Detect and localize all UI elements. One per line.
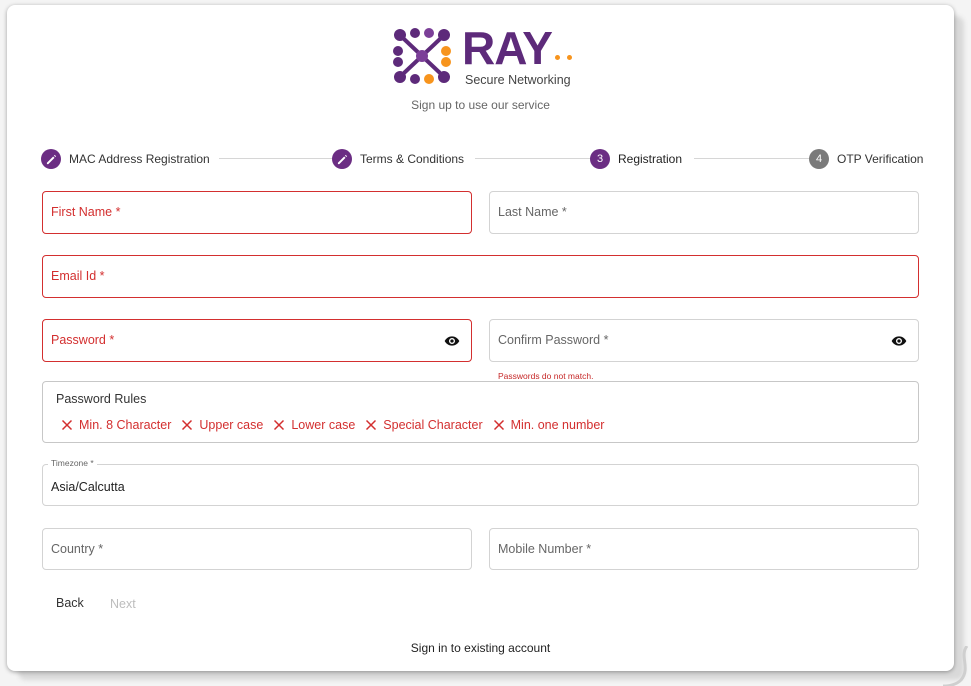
step-label: Registration [618, 152, 683, 166]
close-icon [366, 419, 377, 431]
brand-name: RAY [462, 22, 553, 74]
step-number: 3 [590, 149, 610, 169]
password-mismatch-error: Passwords do not match. [498, 371, 594, 381]
step-terms: Terms & Conditions [332, 148, 464, 170]
country-field[interactable]: Country * [42, 528, 472, 570]
password-rule-list: Min. 8 Character Upper case Lower case S… [61, 418, 604, 432]
email-label: Email Id * [51, 269, 105, 283]
password-rules-title: Password Rules [56, 392, 147, 406]
close-icon [493, 419, 504, 431]
last-name-label: Last Name * [498, 205, 567, 219]
password-label: Password * [51, 333, 115, 347]
pencil-icon [332, 149, 352, 169]
close-icon [274, 419, 285, 431]
last-name-field[interactable]: Last Name * [489, 191, 919, 234]
step-connector [475, 158, 591, 159]
rule-item: Min. one number [493, 418, 605, 432]
step-connector [694, 158, 810, 159]
timezone-value: Asia/Calcutta [51, 480, 125, 494]
first-name-label: First Name * [51, 205, 121, 219]
eye-icon[interactable] [890, 333, 908, 349]
rule-label: Lower case [291, 418, 356, 432]
mobile-number-label: Mobile Number * [498, 542, 592, 556]
step-registration: 3 Registration [590, 148, 682, 170]
rule-label: Min. 8 Character [79, 418, 172, 432]
signin-link[interactable]: Sign in to existing account [7, 641, 954, 655]
step-mac-address: MAC Address Registration [41, 148, 210, 170]
confirm-password-field[interactable]: Confirm Password * [489, 319, 919, 362]
back-button[interactable]: Back [56, 596, 84, 610]
rule-label: Upper case [199, 418, 264, 432]
decorative-curve [942, 646, 969, 686]
step-label: OTP Verification [837, 152, 924, 166]
rule-label: Special Character [383, 418, 483, 432]
step-label: MAC Address Registration [69, 152, 210, 166]
first-name-field[interactable]: First Name * [42, 191, 472, 234]
close-icon [182, 419, 193, 431]
step-label: Terms & Conditions [360, 152, 465, 166]
brand-tagline: Secure Networking [465, 73, 571, 87]
password-field[interactable]: Password * [42, 319, 472, 362]
timezone-select[interactable]: Timezone * Asia/Calcutta [42, 458, 919, 506]
step-number: 4 [809, 149, 829, 169]
mobile-number-field[interactable]: Mobile Number * [489, 528, 919, 570]
step-otp: 4 OTP Verification [809, 148, 923, 170]
pencil-icon [41, 149, 61, 169]
email-field[interactable]: Email Id * [42, 255, 919, 298]
country-label: Country * [51, 542, 104, 556]
brand-dot [555, 55, 560, 60]
brand-logo: RAY Secure Networking [392, 22, 582, 89]
next-button[interactable]: Next [110, 597, 136, 611]
rule-item: Upper case [181, 418, 263, 432]
timezone-label: Timezone * [48, 458, 97, 468]
password-rules-box: Password Rules Min. 8 Character Upper ca… [42, 381, 919, 443]
close-icon [61, 419, 73, 431]
confirm-password-label: Confirm Password * [498, 333, 609, 347]
ray-logo-icon [393, 28, 451, 84]
registration-stepper: MAC Address Registration Terms & Conditi… [41, 148, 923, 170]
rule-label: Min. one number [510, 418, 605, 432]
brand-dot [567, 55, 572, 60]
rule-item: Special Character [365, 418, 483, 432]
rule-item: Min. 8 Character [61, 418, 171, 432]
signup-card: RAY Secure Networking Sign up to use our… [7, 5, 954, 671]
rule-item: Lower case [273, 418, 355, 432]
eye-icon[interactable] [443, 333, 461, 349]
step-connector [219, 158, 333, 159]
page-subtitle: Sign up to use our service [411, 98, 550, 112]
